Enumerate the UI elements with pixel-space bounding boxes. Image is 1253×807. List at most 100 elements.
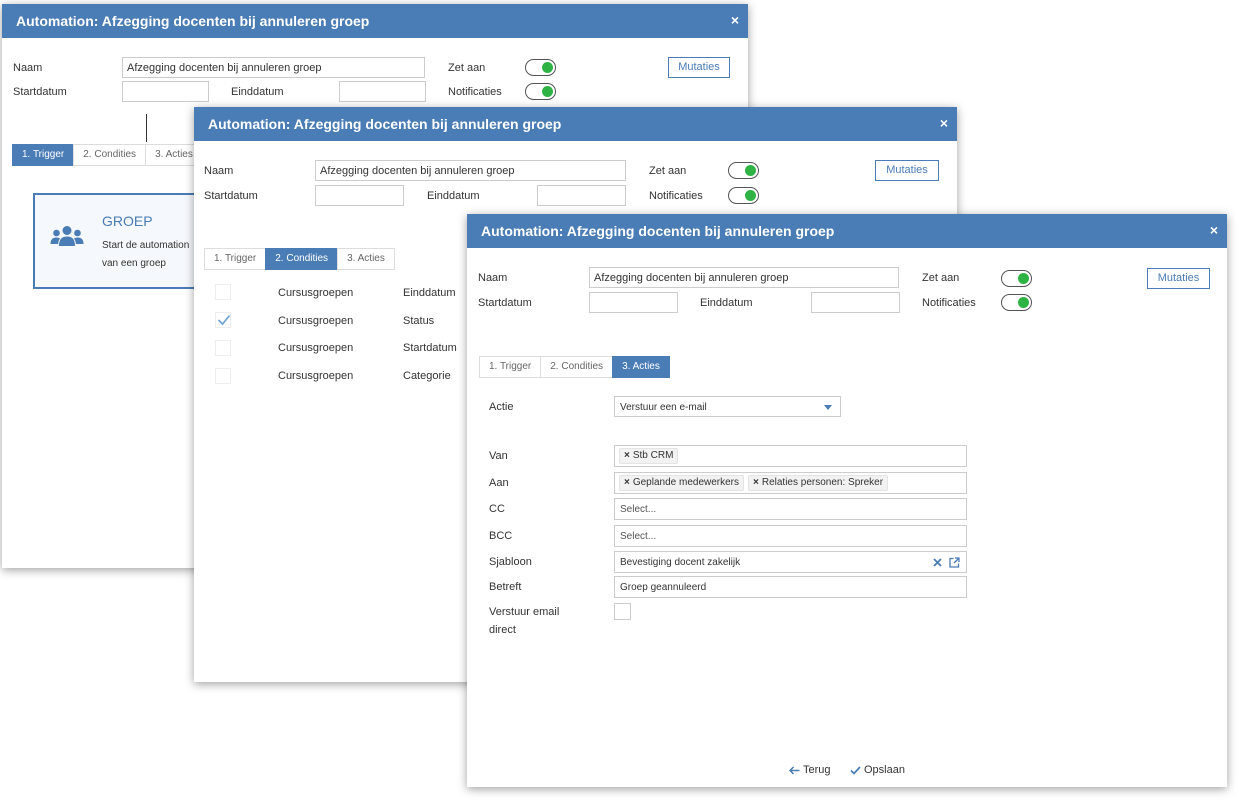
tab-condities[interactable]: 2. Condities bbox=[540, 356, 613, 378]
startdatum-input[interactable] bbox=[589, 292, 678, 313]
tab-bar: 1. Trigger 2. Condities 3. Acties bbox=[479, 356, 670, 378]
condition-field: Status bbox=[403, 315, 435, 327]
condition-group: Cursusgroepen bbox=[278, 370, 354, 382]
betreft-label: Betreft bbox=[489, 581, 522, 593]
zet-aan-label: Zet aan bbox=[448, 62, 486, 74]
naam-label: Naam bbox=[13, 62, 43, 74]
remove-chip-icon[interactable]: × bbox=[624, 476, 630, 490]
close-icon[interactable]: × bbox=[728, 12, 742, 28]
chip-label: Relaties personen: Spreker bbox=[761, 477, 884, 488]
betreft-input[interactable]: Groep geannuleerd bbox=[614, 576, 967, 598]
chip-label: Geplande medewerkers bbox=[632, 477, 740, 488]
condition-checkbox[interactable] bbox=[215, 368, 231, 384]
dialog-header: Automation: Afzegging docenten bij annul… bbox=[2, 4, 748, 38]
condition-group: Cursusgroepen bbox=[278, 287, 354, 299]
tab-acties[interactable]: 3. Acties bbox=[337, 248, 395, 270]
einddatum-input[interactable] bbox=[811, 292, 900, 313]
cc-label: CC bbox=[489, 503, 505, 515]
einddatum-input[interactable] bbox=[537, 185, 626, 206]
toggle-knob bbox=[745, 190, 756, 201]
clear-icon[interactable] bbox=[933, 558, 942, 567]
close-icon[interactable]: × bbox=[1207, 222, 1221, 238]
einddatum-input[interactable] bbox=[339, 81, 426, 102]
external-link-icon[interactable] bbox=[949, 557, 960, 568]
condition-checkbox[interactable] bbox=[215, 340, 231, 356]
condition-field: Startdatum bbox=[403, 342, 457, 354]
dialog-title: Automation: Afzegging docenten bij annul… bbox=[16, 13, 370, 29]
toggle-knob bbox=[542, 62, 553, 73]
text-cursor bbox=[146, 114, 147, 142]
toggle-knob bbox=[745, 165, 756, 176]
notificaties-label: Notificaties bbox=[922, 297, 976, 309]
toggle-knob bbox=[542, 86, 553, 97]
mutaties-button[interactable]: Mutaties bbox=[875, 160, 939, 181]
naam-input[interactable] bbox=[122, 57, 425, 78]
startdatum-label: Startdatum bbox=[204, 190, 258, 202]
bcc-multiselect[interactable]: Select... bbox=[614, 525, 967, 547]
toggle-knob bbox=[1018, 273, 1029, 284]
einddatum-label: Einddatum bbox=[231, 86, 284, 98]
notificaties-toggle[interactable] bbox=[525, 83, 556, 100]
tab-condities[interactable]: 2. Condities bbox=[73, 144, 146, 166]
notificaties-toggle[interactable] bbox=[728, 187, 759, 204]
sjabloon-value: Bevestiging docent zakelijk bbox=[620, 557, 741, 568]
actie-select-value: Verstuur een e-mail bbox=[620, 402, 707, 413]
condition-checkbox[interactable] bbox=[215, 284, 231, 300]
cc-multiselect[interactable]: Select... bbox=[614, 498, 967, 520]
chip-label: Stb CRM bbox=[632, 450, 674, 461]
remove-chip-icon[interactable]: × bbox=[753, 476, 759, 490]
naam-input[interactable] bbox=[315, 160, 626, 181]
naam-input[interactable] bbox=[589, 267, 899, 288]
condition-field: Categorie bbox=[403, 370, 451, 382]
zet-aan-toggle[interactable] bbox=[1001, 270, 1032, 287]
naam-label: Naam bbox=[204, 165, 234, 177]
aan-label: Aan bbox=[489, 477, 509, 489]
terug-button[interactable]: Terug bbox=[789, 762, 831, 778]
notificaties-toggle[interactable] bbox=[1001, 294, 1032, 311]
condition-group: Cursusgroepen bbox=[278, 315, 354, 327]
startdatum-label: Startdatum bbox=[478, 297, 532, 309]
van-multiselect[interactable]: × Stb CRM bbox=[614, 445, 967, 467]
toggle-knob bbox=[1018, 297, 1029, 308]
check-icon bbox=[217, 314, 231, 326]
zet-aan-toggle[interactable] bbox=[728, 162, 759, 179]
tab-condities[interactable]: 2. Condities bbox=[265, 248, 338, 270]
bcc-placeholder: Select... bbox=[620, 531, 657, 542]
dialog-title: Automation: Afzegging docenten bij annul… bbox=[208, 116, 562, 132]
zet-aan-label: Zet aan bbox=[922, 272, 960, 284]
dialog-title: Automation: Afzegging docenten bij annul… bbox=[481, 223, 835, 239]
recipient-chip: × Geplande medewerkers bbox=[619, 475, 745, 491]
startdatum-input[interactable] bbox=[122, 81, 209, 102]
tab-trigger[interactable]: 1. Trigger bbox=[204, 248, 266, 270]
notificaties-label: Notificaties bbox=[649, 190, 703, 202]
check-icon bbox=[850, 765, 861, 775]
verstuur-direct-label: direct bbox=[489, 624, 516, 636]
condition-checkbox[interactable] bbox=[215, 312, 231, 328]
trigger-card-desc: van een groep bbox=[102, 258, 166, 269]
mutaties-button[interactable]: Mutaties bbox=[1147, 268, 1210, 289]
verstuur-direct-checkbox[interactable] bbox=[614, 603, 631, 620]
tab-acties[interactable]: 3. Acties bbox=[612, 356, 670, 378]
zet-aan-toggle[interactable] bbox=[525, 59, 556, 76]
opslaan-button[interactable]: Opslaan bbox=[850, 762, 905, 778]
naam-label: Naam bbox=[478, 272, 508, 284]
tab-trigger[interactable]: 1. Trigger bbox=[479, 356, 541, 378]
aan-multiselect[interactable]: × Geplande medewerkers × Relaties personen… bbox=[614, 472, 967, 494]
startdatum-label: Startdatum bbox=[13, 86, 67, 98]
startdatum-input[interactable] bbox=[315, 185, 404, 206]
mutaties-button[interactable]: Mutaties bbox=[668, 57, 730, 78]
condition-group: Cursusgroepen bbox=[278, 342, 354, 354]
van-label: Van bbox=[489, 450, 508, 462]
actie-select[interactable]: Verstuur een e-mail bbox=[614, 396, 841, 417]
remove-chip-icon[interactable]: × bbox=[624, 449, 630, 463]
sjabloon-select[interactable]: Bevestiging docent zakelijk bbox=[614, 551, 967, 573]
tab-trigger[interactable]: 1. Trigger bbox=[12, 144, 74, 166]
sjabloon-label: Sjabloon bbox=[489, 556, 532, 568]
cc-placeholder: Select... bbox=[620, 504, 657, 515]
verstuur-direct-label: Verstuur email bbox=[489, 606, 560, 618]
close-icon[interactable]: × bbox=[937, 115, 951, 131]
trigger-card-desc: Start de automation bbox=[102, 240, 190, 251]
actie-label: Actie bbox=[489, 401, 514, 413]
dialog-header: Automation: Afzegging docenten bij annul… bbox=[194, 107, 957, 141]
notificaties-label: Notificaties bbox=[448, 86, 502, 98]
